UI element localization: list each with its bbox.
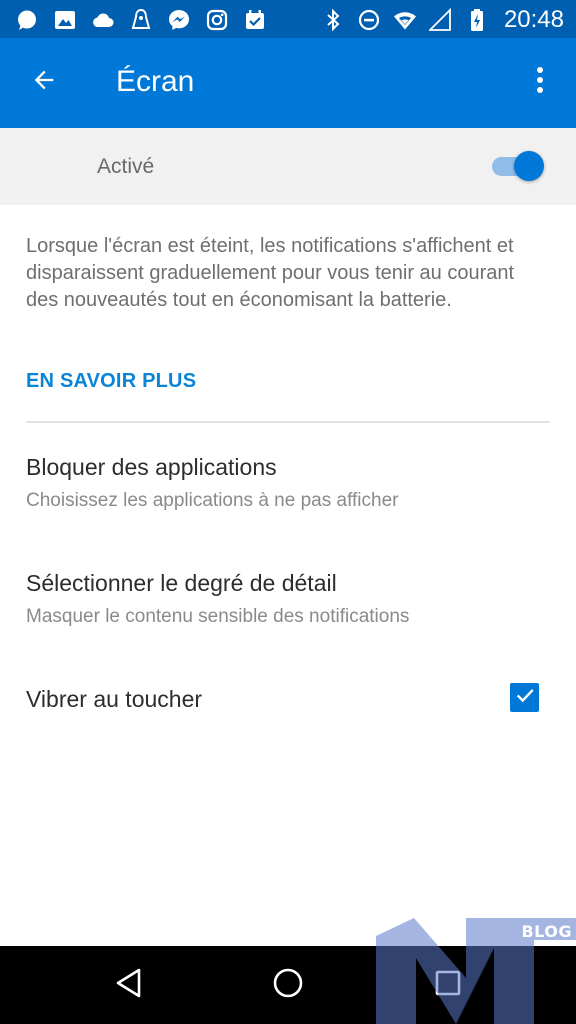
- battery-charging-icon: [464, 7, 490, 33]
- vibrate-checkbox[interactable]: [510, 683, 539, 712]
- divider: [26, 421, 550, 423]
- master-switch-row[interactable]: Activé: [0, 128, 576, 205]
- more-vert-icon: [535, 65, 545, 100]
- master-switch-label: Activé: [97, 155, 155, 178]
- setting-subtitle: Masquer le contenu sensible des notifica…: [26, 606, 410, 627]
- do-not-disturb-icon: [356, 7, 382, 33]
- triangle-back-icon: [114, 967, 144, 1004]
- cloud-icon: [90, 7, 116, 33]
- check-icon: [514, 684, 536, 711]
- setting-subtitle: Choisissez les applications à ne pas aff…: [26, 490, 399, 511]
- bluetooth-icon: [320, 7, 346, 33]
- clock: 20:48: [503, 6, 564, 33]
- wifi-icon: [392, 7, 418, 33]
- nav-back-button[interactable]: [106, 962, 152, 1008]
- arrow-back-icon: [30, 66, 58, 99]
- more-options-button[interactable]: [520, 60, 560, 104]
- setting-detail-level[interactable]: Sélectionner le degré de détail Masquer …: [26, 570, 556, 628]
- signal-icon: [428, 7, 454, 33]
- setting-block-apps[interactable]: Bloquer des applications Choisissez les …: [26, 454, 556, 512]
- back-button[interactable]: [22, 60, 66, 104]
- whatsapp-icon: [14, 7, 40, 33]
- status-bar: 20:48: [0, 0, 576, 38]
- gallery-icon: [52, 7, 78, 33]
- setting-title: Bloquer des applications: [26, 454, 277, 480]
- setting-title: Vibrer au toucher: [26, 686, 203, 712]
- toggle-thumb: [514, 151, 544, 181]
- messenger-icon: [166, 7, 192, 33]
- master-toggle-switch[interactable]: [490, 150, 544, 182]
- watermark-text: BLOG: [521, 922, 572, 941]
- nav-home-button[interactable]: [265, 962, 311, 1008]
- page-title: Écran: [116, 65, 195, 98]
- setting-vibrate-on-touch[interactable]: Vibrer au toucher: [26, 686, 556, 713]
- instagram-icon: [204, 7, 230, 33]
- setting-title: Sélectionner le degré de détail: [26, 570, 337, 596]
- calendar-check-icon: [242, 7, 268, 33]
- app-bar: Écran: [0, 38, 576, 128]
- description-text: Lorsque l'écran est éteint, les notifica…: [26, 235, 515, 311]
- circle-home-icon: [272, 967, 304, 1004]
- learn-more-link[interactable]: EN SAVOIR PLUS: [26, 370, 196, 393]
- app-icon: [128, 7, 154, 33]
